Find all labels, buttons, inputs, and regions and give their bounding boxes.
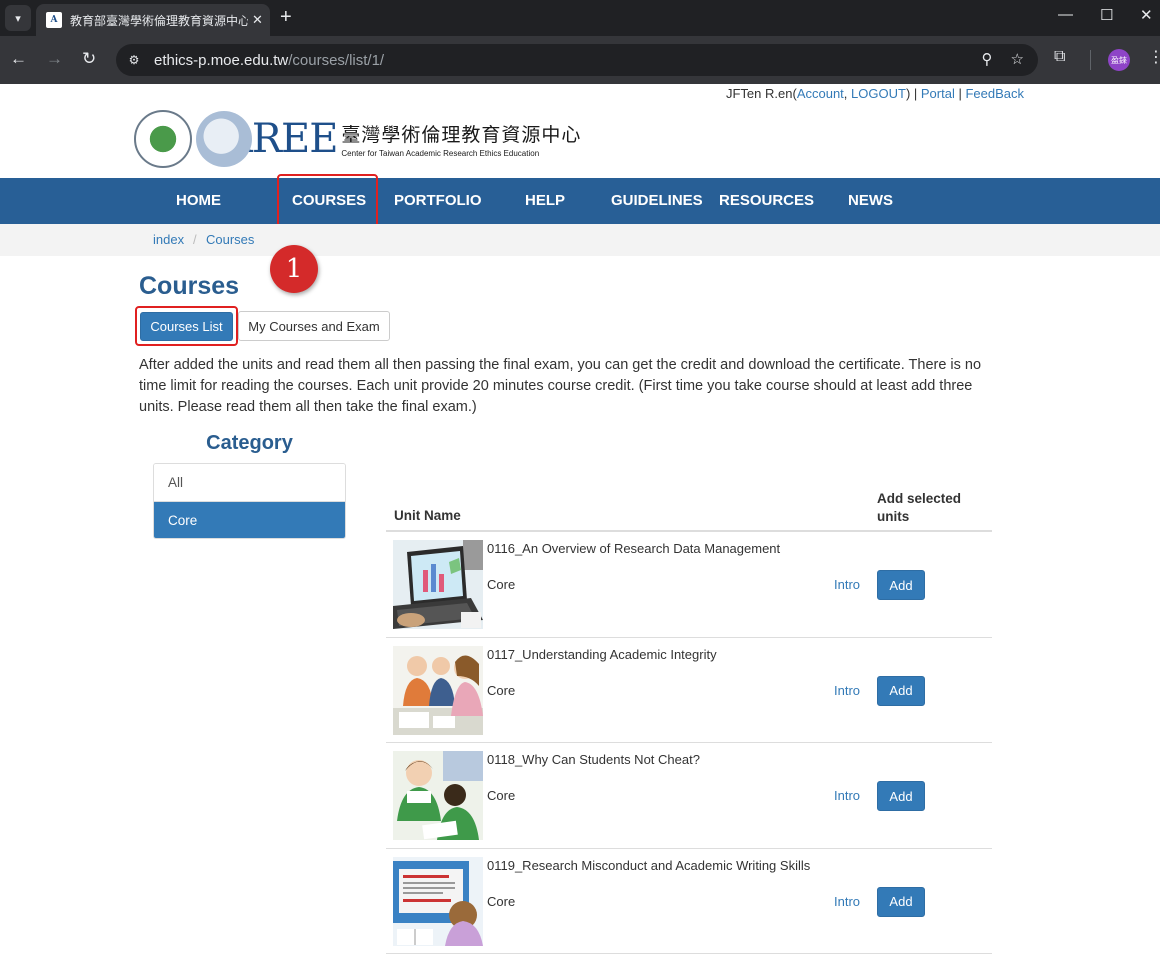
unit-category: Core xyxy=(487,893,516,909)
unit-name: 0117_Understanding Academic Integrity xyxy=(487,646,717,662)
table-row: 0117_Understanding Academic Integrity Co… xyxy=(386,638,992,743)
unit-name: 0118_Why Can Students Not Cheat? xyxy=(487,752,700,767)
column-unit-name: Unit Name xyxy=(394,508,461,523)
toolbar-divider xyxy=(1090,50,1091,70)
table-row: 0116_An Overview of Research Data Manage… xyxy=(386,532,992,638)
url-text[interactable]: ethics-p.moe.edu.tw/courses/list/1/ xyxy=(154,52,384,69)
url-host: ethics-p.moe.edu.tw xyxy=(154,51,289,69)
user-name: JFTen R.en xyxy=(725,86,793,101)
logo-english-name: Center for Taiwan Academic Research Ethi… xyxy=(341,149,540,158)
site-info-icon[interactable]: ⚙ xyxy=(122,48,146,72)
laptop-chart-thumbnail xyxy=(393,540,483,629)
back-icon[interactable]: ← xyxy=(10,49,27,69)
maximize-icon[interactable]: ☐ xyxy=(1100,6,1113,24)
category-heading: Category xyxy=(206,432,293,454)
courses-highlight-box xyxy=(277,174,378,229)
intro-link[interactable]: Intro xyxy=(834,683,860,698)
unit-name: 0116_An Overview of Research Data Manage… xyxy=(487,541,781,556)
table-row: 0119_Research Misconduct and Academic Wr… xyxy=(386,849,992,954)
add-unit-button[interactable]: Add xyxy=(877,570,925,600)
category-item-core[interactable]: Core xyxy=(154,501,345,538)
account-link[interactable]: Account xyxy=(797,86,844,101)
browser-tab-bar: ▾ A 教育部臺灣學術倫理教育資源中心 ✕ + — ☐ ✕ xyxy=(0,0,1160,36)
nav-portfolio[interactable]: PORTFOLIO xyxy=(394,178,482,224)
student-reading-screen-thumbnail xyxy=(393,856,483,946)
reload-icon[interactable]: ↻ xyxy=(82,49,96,69)
tab-close-icon[interactable]: ✕ xyxy=(252,12,263,28)
nav-home[interactable]: HOME xyxy=(176,178,221,224)
tab-list-icon[interactable]: ▾ xyxy=(5,5,31,31)
user-links: JFTen R.en(Account, LOGOUT) | Portal | F… xyxy=(725,86,1024,101)
web-page: JFTen R.en(Account, LOGOUT) | Portal | F… xyxy=(0,84,1160,954)
category-item-all[interactable]: All xyxy=(154,464,345,501)
forward-icon[interactable]: → xyxy=(46,49,63,69)
nav-help[interactable]: HELP xyxy=(525,178,565,224)
nav-guidelines[interactable]: GUIDELINES xyxy=(611,178,703,224)
breadcrumb-separator: / xyxy=(193,232,197,247)
students-writing-thumbnail xyxy=(393,751,483,840)
add-unit-button[interactable]: Add xyxy=(877,886,925,917)
table-row: 0118_Why Can Students Not Cheat? Core In… xyxy=(386,743,992,849)
category-list: All Core xyxy=(153,463,346,539)
url-path: /courses/list/1/ xyxy=(288,51,385,69)
main-navbar: HOME COURSES PORTFOLIO HELP GUIDELINES R… xyxy=(0,178,1160,224)
unit-name: 0119_Research Misconduct and Academic Wr… xyxy=(487,857,811,873)
nav-resources[interactable]: RESOURCES xyxy=(719,178,814,224)
logout-link[interactable]: LOGOUT xyxy=(851,86,906,101)
browser-menu-icon[interactable]: ⋮ xyxy=(1148,47,1160,67)
unit-category: Core xyxy=(487,682,516,698)
course-instructions: After added the units and read them all … xyxy=(139,357,982,415)
logo-chinese-name: 臺灣學術倫理教育資源中心 xyxy=(341,125,582,146)
breadcrumb: index / Courses xyxy=(0,224,1160,256)
step-number-badge: 1 xyxy=(270,245,318,293)
browser-tab[interactable]: A 教育部臺灣學術倫理教育資源中心 ✕ xyxy=(36,4,270,36)
tab-title: 教育部臺灣學術倫理教育資源中心 xyxy=(70,13,248,28)
tab-my-courses-and-exam[interactable]: My Courses and Exam xyxy=(238,311,390,341)
add-unit-button[interactable]: Add xyxy=(877,675,925,706)
breadcrumb-courses[interactable]: Courses xyxy=(206,232,254,247)
feedback-link[interactable]: FeedBack xyxy=(965,86,1024,101)
units-table: Unit Name Add selected units 0116_An Ove… xyxy=(386,482,992,954)
unit-category: Core xyxy=(487,788,516,803)
minimize-icon[interactable]: — xyxy=(1058,6,1073,23)
zoom-icon[interactable]: ⚲ xyxy=(982,50,993,68)
column-add-selected-units: Add selected units xyxy=(877,491,962,524)
profile-avatar[interactable]: 盈錸 xyxy=(1108,49,1130,71)
browser-toolbar: ← → ↻ ⚙ ethics-p.moe.edu.tw/courses/list… xyxy=(0,36,1160,84)
site-favicon-icon: A xyxy=(46,12,62,28)
site-logo[interactable]: AREE 臺灣學術倫理教育資源中心 Center for Taiwan Acad… xyxy=(134,110,581,168)
table-header: Unit Name Add selected units xyxy=(386,482,992,532)
portal-link[interactable]: Portal xyxy=(921,86,955,101)
intro-link[interactable]: Intro xyxy=(834,577,860,592)
unit-category: Core xyxy=(487,577,516,592)
intro-link[interactable]: Intro xyxy=(834,788,860,803)
intro-link[interactable]: Intro xyxy=(834,894,860,909)
meeting-people-thumbnail xyxy=(393,645,483,735)
address-bar[interactable]: ⚙ ethics-p.moe.edu.tw/courses/list/1/ ⚲ … xyxy=(116,44,1038,76)
globe-icon xyxy=(196,111,252,167)
window-close-icon[interactable]: ✕ xyxy=(1140,6,1153,24)
page-title: Courses xyxy=(139,272,240,300)
bookmark-star-icon[interactable]: ☆ xyxy=(1011,50,1024,68)
breadcrumb-index[interactable]: index xyxy=(153,232,184,247)
add-unit-button[interactable]: Add xyxy=(877,781,925,811)
ministry-of-education-seal-icon xyxy=(134,110,192,168)
extensions-icon[interactable]: ⧉ xyxy=(1054,48,1065,66)
new-tab-icon[interactable]: + xyxy=(280,6,292,28)
courses-list-highlight-box xyxy=(135,306,238,346)
nav-news[interactable]: NEWS xyxy=(848,178,893,224)
